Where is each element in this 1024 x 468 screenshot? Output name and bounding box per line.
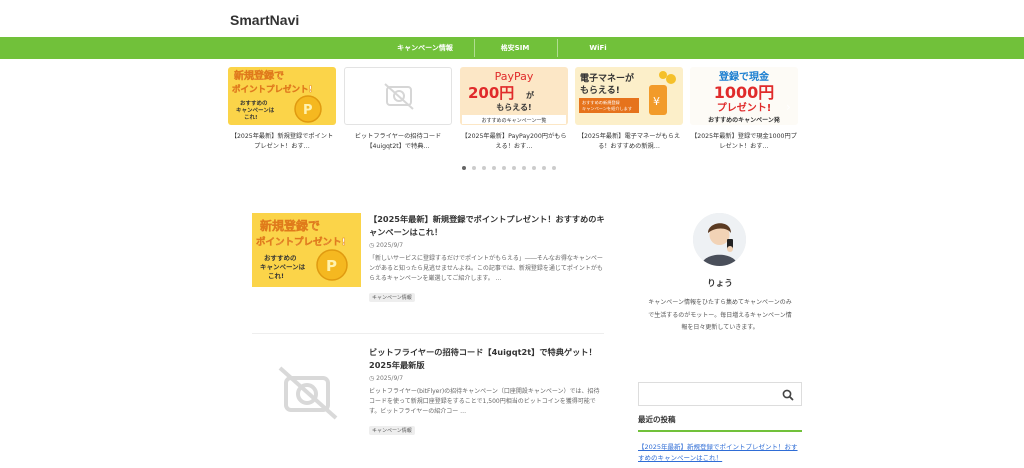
post-body: 【2025年最新】新規登録でポイントプレゼント！おすすめのキャンペーンはこれ！ … — [369, 213, 605, 303]
svg-text:ポイントプレゼント!: ポイントプレゼント! — [256, 236, 346, 248]
svg-text:PayPay: PayPay — [495, 70, 534, 83]
post-entry[interactable]: ビットフライヤーの招待コード【4uigqt2t】で特典ゲット！2025年最新版 … — [252, 346, 604, 446]
svg-text:200円: 200円 — [468, 84, 514, 102]
carousel-card[interactable]: 電子マネーが もらえる! おすすめの新規登録 キャンペーンを紹介します ¥ 【2… — [575, 67, 683, 152]
card-title[interactable]: 【2025年最新】電子マネーがもらえる！おすすめの新規… — [575, 132, 683, 152]
carousel-dot[interactable] — [532, 166, 536, 170]
site-title[interactable]: SmartNavi — [230, 12, 299, 28]
carousel-card[interactable]: 新規登録で ポイントプレゼント! おすすめの キャンペーンは これ! P 【20… — [228, 67, 336, 152]
post-thumbnail[interactable]: 新規登録で ポイントプレゼント! おすすめの キャンペーンは これ! P — [252, 213, 361, 287]
svg-text:が: が — [526, 90, 535, 100]
svg-text:電子マネーが: 電子マネーが — [580, 72, 635, 84]
post-divider — [252, 333, 604, 334]
svg-text:新規登録で: 新規登録で — [260, 218, 320, 233]
post-date: ◷ 2025/9/7 — [369, 242, 605, 249]
svg-text:これ!: これ! — [268, 272, 284, 280]
svg-text:おすすめのキャンペーン一覧: おすすめのキャンペーン一覧 — [482, 117, 547, 124]
main-nav: キャンペーン情報 格安SIM WiFi — [0, 37, 1024, 59]
svg-text:おすすめのキャンペーン発: おすすめのキャンペーン発 — [708, 116, 781, 124]
thumb-text: これ! — [244, 113, 258, 121]
no-image-icon — [384, 83, 414, 110]
svg-text:キャンペーンは: キャンペーンは — [260, 263, 306, 271]
category-tag[interactable]: キャンペーン情報 — [369, 293, 415, 302]
coin-icon — [666, 74, 676, 84]
thumb-text: キャンペーンは — [236, 107, 275, 114]
carousel-dot[interactable] — [512, 166, 516, 170]
post-title[interactable]: ビットフライヤーの招待コード【4uigqt2t】で特典ゲット！2025年最新版 — [369, 346, 605, 372]
carousel-dot[interactable] — [482, 166, 486, 170]
recent-posts-underline — [638, 430, 802, 432]
carousel-card[interactable]: 登録で現金 1000円 プレゼント! おすすめのキャンペーン発 【2025年最新… — [690, 67, 798, 152]
post-entry[interactable]: 新規登録で ポイントプレゼント! おすすめの キャンペーンは これ! P 【20… — [252, 213, 605, 323]
card-thumbnail: 登録で現金 1000円 プレゼント! おすすめのキャンペーン発 — [690, 67, 798, 125]
post-excerpt: ビットフライヤー(bitFlyer)の招待キャンペーン（口座開設キャンペーン）で… — [369, 388, 600, 415]
post-date-text: 2025/9/7 — [376, 375, 404, 382]
card-thumbnail: 新規登録で ポイントプレゼント! おすすめの キャンペーンは これ! P — [228, 67, 336, 125]
thumb-text: 新規登録で — [234, 69, 284, 82]
card-thumbnail: 電子マネーが もらえる! おすすめの新規登録 キャンペーンを紹介します ¥ — [575, 67, 683, 125]
carousel-dot[interactable] — [462, 166, 466, 170]
author-avatar-icon — [693, 213, 746, 266]
nav-item-campaign[interactable]: キャンペーン情報 — [384, 37, 466, 59]
thumb-text: おすすめの — [240, 99, 268, 107]
coin-icon — [659, 71, 667, 79]
carousel-dot[interactable] — [502, 166, 506, 170]
author-name: りょう — [707, 279, 733, 289]
post-excerpt: 「新しいサービスに登録するだけでポイントがもらえる」――そんなお得なキャンペーン… — [369, 255, 603, 282]
post-date: ◷ 2025/9/7 — [369, 375, 605, 382]
search-box — [638, 382, 802, 406]
svg-text:登録で現金: 登録で現金 — [718, 70, 770, 83]
card-title[interactable]: 【2025年最新】登録で現金1000円プレゼント！おす… — [690, 132, 798, 152]
carousel-card[interactable]: PayPay 200円 が もらえる! おすすめのキャンペーン一覧 【2025年… — [460, 67, 568, 152]
svg-text:おすすめの新規登録: おすすめの新規登録 — [582, 99, 621, 106]
svg-text:キャンペーンを紹介します: キャンペーンを紹介します — [582, 105, 632, 112]
thumb-text: ポイントプレゼント! — [232, 84, 312, 95]
avatar — [693, 213, 746, 266]
nav-item-sim[interactable]: 格安SIM — [480, 37, 550, 59]
svg-text:¥: ¥ — [653, 95, 660, 108]
carousel-dot[interactable] — [552, 166, 556, 170]
svg-text:もらえる!: もらえる! — [580, 85, 620, 96]
post-body: ビットフライヤーの招待コード【4uigqt2t】で特典ゲット！2025年最新版 … — [369, 346, 605, 436]
svg-text:1000円: 1000円 — [714, 83, 775, 102]
recent-posts-heading: 最近の投稿 — [638, 415, 676, 424]
carousel-dot[interactable] — [542, 166, 546, 170]
post-date-text: 2025/9/7 — [376, 242, 404, 249]
nav-divider — [474, 39, 475, 57]
carousel-dot[interactable] — [522, 166, 526, 170]
search-input[interactable] — [643, 387, 773, 402]
post-title[interactable]: 【2025年最新】新規登録でポイントプレゼント！おすすめのキャンペーンはこれ！ — [369, 213, 605, 239]
nav-item-wifi[interactable]: WiFi — [563, 37, 633, 59]
svg-text:P: P — [326, 257, 337, 275]
svg-text:もらえる!: もらえる! — [496, 103, 531, 112]
no-image-icon — [278, 366, 338, 420]
card-title[interactable]: 【2025年最新】PayPay200円がもらえる！おす… — [460, 132, 568, 152]
card-title[interactable]: 【2025年最新】新規登録でポイントプレゼント！おす… — [228, 132, 336, 152]
recent-post-link[interactable]: 【2025年最新】新規登録でポイントプレゼント！おすすめのキャンペーンはこれ！ — [638, 442, 802, 464]
carousel-dot[interactable] — [472, 166, 476, 170]
featured-carousel: 新規登録で ポイントプレゼント! おすすめの キャンペーンは これ! P 【20… — [228, 67, 800, 167]
card-thumbnail — [344, 67, 452, 125]
svg-text:プレゼント!: プレゼント! — [717, 101, 772, 114]
author-description: キャンペーン情報をひたすら集めてキャンペーンのみで生活するのがモットー。毎日増え… — [648, 299, 792, 331]
carousel-card[interactable]: ビットフライヤーの招待コード【4uigqt2t】で特典… — [344, 67, 452, 152]
svg-text:P: P — [303, 103, 313, 118]
card-title[interactable]: ビットフライヤーの招待コード【4uigqt2t】で特典… — [344, 132, 452, 152]
search-icon[interactable] — [781, 388, 795, 402]
svg-text:おすすめの: おすすめの — [264, 253, 297, 262]
card-thumbnail: PayPay 200円 が もらえる! おすすめのキャンペーン一覧 — [460, 67, 568, 125]
category-tag[interactable]: キャンペーン情報 — [369, 426, 415, 435]
post-thumbnail[interactable] — [252, 346, 361, 420]
nav-divider — [557, 39, 558, 57]
carousel-next-arrow-icon[interactable]: › — [786, 100, 791, 114]
carousel-dot[interactable] — [492, 166, 496, 170]
